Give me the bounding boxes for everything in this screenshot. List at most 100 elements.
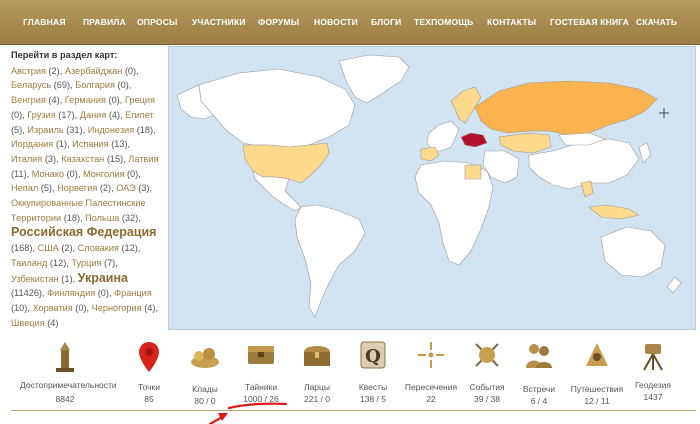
country-link[interactable]: ОАЭ xyxy=(116,183,135,193)
country-link[interactable]: Непал xyxy=(11,183,38,193)
country-link[interactable]: Таиланд xyxy=(11,258,47,268)
country-link[interactable]: Черногория xyxy=(92,303,142,313)
map-region-russia[interactable] xyxy=(474,80,658,136)
nav-item-download[interactable]: СКАЧАТЬ xyxy=(636,17,677,27)
country-count: (13) xyxy=(111,139,128,150)
country-count: (17) xyxy=(58,109,75,120)
map-region-japan[interactable] xyxy=(638,142,652,164)
country-link[interactable]: Швеция xyxy=(11,318,45,328)
map-region-thailand[interactable] xyxy=(580,180,594,198)
map-region-australia[interactable] xyxy=(600,226,666,278)
country-count: (3) xyxy=(138,183,150,194)
country-count: (4) xyxy=(48,95,60,106)
monument-icon xyxy=(20,340,110,379)
map-region-canada[interactable] xyxy=(198,68,356,148)
country-list: Перейти в раздел карт: Австрия (2), Азер… xyxy=(11,48,163,330)
country-link[interactable]: Австрия xyxy=(11,66,46,76)
world-map-canvas[interactable] xyxy=(169,47,695,329)
country-link[interactable]: США xyxy=(38,243,59,253)
country-count: (0) xyxy=(97,288,109,299)
stat-geodesy[interactable]: Геодезия 1437 xyxy=(608,338,698,408)
nav-item-members[interactable]: УЧАСТНИКИ xyxy=(192,17,246,27)
map-region-europe[interactable] xyxy=(426,120,460,152)
crosshair-icon[interactable] xyxy=(659,108,669,118)
country-link[interactable]: Греция xyxy=(125,95,155,105)
annotation-arrowhead xyxy=(218,413,228,421)
country-count: (0) xyxy=(127,168,139,179)
country-count: (1) xyxy=(55,139,68,150)
map-region-ukraine[interactable] xyxy=(460,132,488,148)
stat-value: 8842 xyxy=(55,394,75,404)
map-region-egypt[interactable] xyxy=(464,164,482,180)
country-link[interactable]: Польша xyxy=(85,213,119,223)
stat-label: Достопримечательности xyxy=(20,380,117,390)
country-links: Австрия (2), Азербайджан (0), Беларусь (… xyxy=(11,65,159,328)
nav-item-news[interactable]: НОВОСТИ xyxy=(314,17,358,27)
country-count: (0) xyxy=(117,80,129,91)
country-count: (10) xyxy=(11,302,28,313)
country-count: (32) xyxy=(121,212,139,223)
country-count: (0) xyxy=(108,95,120,106)
country-link[interactable]: Монако xyxy=(32,169,64,179)
country-link[interactable]: Индонезия xyxy=(88,125,134,135)
nav-item-support[interactable]: ТЕХПОМОЩЬ xyxy=(414,17,474,27)
country-link[interactable]: Дания xyxy=(80,110,107,120)
nav-item-rules[interactable]: ПРАВИЛА xyxy=(83,17,126,27)
country-count: (18) xyxy=(63,212,81,223)
nav-item-polls[interactable]: ОПРОСЫ xyxy=(137,17,178,27)
country-link[interactable]: Латвия xyxy=(128,154,158,164)
map-region-indonesia[interactable] xyxy=(588,204,640,220)
sidebar-heading: Перейти в раздел карт: xyxy=(11,50,118,60)
nav-item-forums[interactable]: ФОРУМЫ xyxy=(258,17,299,27)
map-region-new-zealand[interactable] xyxy=(666,276,682,294)
country-link[interactable]: Финляндия xyxy=(47,288,95,298)
world-map[interactable] xyxy=(168,46,696,330)
country-link[interactable]: Украина xyxy=(78,271,128,285)
footer-divider xyxy=(11,410,696,411)
map-region-spain[interactable] xyxy=(420,146,440,162)
country-count: (11426) xyxy=(11,288,42,299)
nav-item-blogs[interactable]: БЛОГИ xyxy=(371,17,401,27)
country-link[interactable]: Казахстан xyxy=(61,154,104,164)
geodesy-icon xyxy=(608,340,698,377)
country-link[interactable]: Иордания xyxy=(11,139,53,149)
country-link[interactable]: Беларусь xyxy=(11,80,51,90)
country-link[interactable]: Хорватия xyxy=(32,303,72,313)
country-count: (2) xyxy=(61,243,73,254)
country-count: (0) xyxy=(66,168,78,179)
country-link[interactable]: Словакия xyxy=(78,243,119,253)
map-region-south-america[interactable] xyxy=(294,204,366,318)
nav-item-home[interactable]: ГЛАВНАЯ xyxy=(23,17,66,27)
country-link[interactable]: Франция xyxy=(114,288,152,298)
stat-label: Геодезия xyxy=(634,380,672,390)
country-link[interactable]: Российская Федерация xyxy=(11,225,156,239)
country-count: (1) xyxy=(61,273,73,284)
country-link[interactable]: Испания xyxy=(72,139,108,149)
country-link[interactable]: Израиль xyxy=(27,125,63,135)
country-link[interactable]: Монголия xyxy=(83,169,124,179)
nav-item-contacts[interactable]: КОНТАКТЫ xyxy=(487,17,536,27)
country-link[interactable]: Норвегия xyxy=(57,183,97,193)
country-link[interactable]: Италия xyxy=(11,154,42,164)
country-link[interactable]: Грузия xyxy=(27,110,55,120)
country-link[interactable]: Болгария xyxy=(75,80,115,90)
country-count: (15) xyxy=(106,153,124,164)
map-region-scandinavia[interactable] xyxy=(450,86,482,124)
svg-text:Q: Q xyxy=(365,346,381,367)
country-link[interactable]: Турция xyxy=(71,258,101,268)
country-count: (3) xyxy=(44,153,57,164)
country-count: (31) xyxy=(66,124,83,135)
country-link[interactable]: Венгрия xyxy=(11,95,46,105)
country-link[interactable]: Азербайджан xyxy=(65,66,122,76)
country-count: (0) xyxy=(124,65,137,76)
stats-strip: Достопримечательности 8842 Точки 85 Клад… xyxy=(0,338,700,410)
nav-item-guestbook[interactable]: ГОСТЕВАЯ КНИГА xyxy=(550,17,629,27)
annotation-arrow xyxy=(208,414,226,424)
country-count: (4) xyxy=(108,109,121,120)
country-count: (69) xyxy=(53,80,71,91)
stat-sights[interactable]: Достопримечательности 8842 xyxy=(20,338,117,408)
country-link[interactable]: Германия xyxy=(65,95,106,105)
map-region-kazakhstan[interactable] xyxy=(498,132,552,154)
country-link[interactable]: Узбекистан xyxy=(11,274,59,284)
country-link[interactable]: Египет xyxy=(125,110,154,120)
